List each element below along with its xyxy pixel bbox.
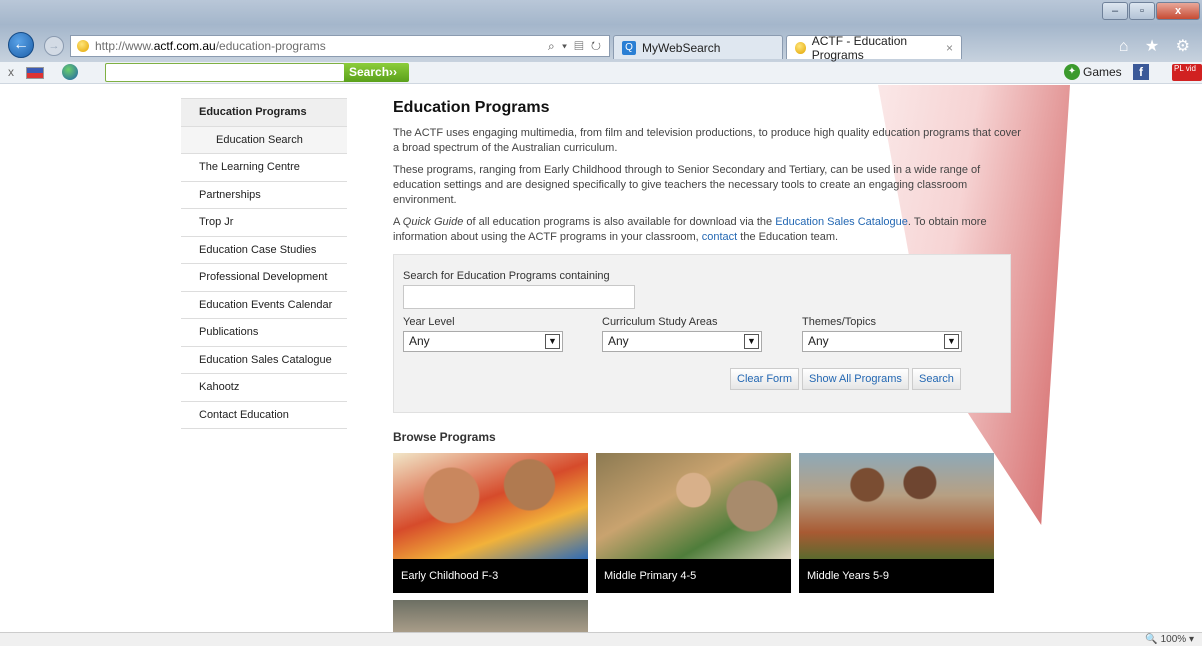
text: of all education programs is also availa… [463,216,776,228]
year-level-value: Any [409,334,430,348]
browser-titlebar: – ▫ x ← → http://www.actf.com.au/educati… [0,0,1202,62]
tab-label: ACTF - Education Programs [811,33,908,62]
search-label: Search for Education Programs containing [403,270,610,282]
games-icon: ✦ [1064,64,1080,80]
year-level-select[interactable]: Any ▼ [403,331,563,352]
url-prefix: http://www. [95,39,154,53]
search-icon: Q [622,40,636,55]
maximize-button[interactable]: ▫ [1129,2,1155,20]
year-level-label: Year Level [403,316,455,328]
curriculum-select[interactable]: Any ▼ [602,331,762,352]
navigation-row: ← → http://www.actf.com.au/education-pro… [0,32,1202,62]
sidebar-item-publications[interactable]: Publications [181,319,347,347]
flag-icon[interactable] [26,67,44,79]
forward-button[interactable]: → [44,36,64,56]
sales-catalogue-link[interactable]: Education Sales Catalogue [775,216,908,228]
tab-mywebsearch[interactable]: Q MyWebSearch [613,35,783,59]
main-content: Education Programs The ACTF uses engagin… [393,99,1023,252]
intro-paragraph: The ACTF uses engaging multimedia, from … [393,127,1021,154]
web-page: Education Programs Education Search The … [0,85,1202,632]
sidebar-item-contact-education[interactable]: Contact Education [181,401,347,429]
close-window-button[interactable]: x [1156,2,1200,20]
middle-primary-image [596,453,791,559]
url-domain: actf.com.au [153,39,216,53]
sidebar-item-education-programs[interactable]: Education Programs [181,99,347,127]
programs-paragraph: These programs, ranging from Early Child… [393,164,981,206]
facebook-icon[interactable]: f [1133,64,1149,80]
globe-icon[interactable] [62,64,78,80]
youtube-icon[interactable]: PL vid [1172,64,1202,81]
tile-caption: Middle Primary 4-5 [596,559,791,593]
early-childhood-image [393,453,588,559]
program-search-input[interactable] [403,285,635,309]
program-tile-early-childhood[interactable]: Early Childhood F-3 [393,453,588,593]
tab-close-icon[interactable]: × [946,41,953,55]
games-label: Games [1083,65,1122,79]
program-tile-partial[interactable] [393,600,588,632]
quick-guide-text: Quick Guide [402,216,464,228]
address-url[interactable]: http://www.actf.com.au/education-program… [95,39,548,53]
chevron-down-icon: ▼ [744,334,759,349]
sidebar-item-education-search[interactable]: Education Search [181,126,347,154]
tab-label: MyWebSearch [642,40,721,55]
sidebar-item-trop-jr[interactable]: Trop Jr [181,209,347,237]
browse-programs-heading: Browse Programs [393,430,496,444]
program-tile-middle-primary[interactable]: Middle Primary 4-5 [596,453,791,593]
chevron-down-icon: ▼ [545,334,560,349]
url-path: /education-programs [215,39,326,53]
clear-form-button[interactable]: Clear Form [730,368,800,390]
sidebar-item-sales-catalogue[interactable]: Education Sales Catalogue [181,346,347,374]
tile-caption: Early Childhood F-3 [393,559,588,593]
back-arrow-icon: ← [13,36,29,53]
middle-years-image [799,453,994,559]
sidebar-item-events-calendar[interactable]: Education Events Calendar [181,291,347,319]
back-button[interactable]: ← [8,32,34,58]
toolbar-search-input[interactable] [105,63,345,82]
status-bar: 🔍 100% ▾ [0,632,1202,646]
curriculum-label: Curriculum Study Areas [602,316,718,328]
favicon-icon [795,41,806,54]
window-buttons: – ▫ x [1101,2,1200,20]
program-search-form: Search for Education Programs containing… [393,254,1011,413]
show-all-programs-button[interactable]: Show All Programs [802,368,909,390]
zoom-level[interactable]: 🔍 100% ▾ [1145,633,1194,646]
sidebar-item-professional-development[interactable]: Professional Development [181,264,347,292]
search-button[interactable]: Search [912,368,961,390]
themes-select[interactable]: Any ▼ [802,331,962,352]
contact-link[interactable]: contact [702,231,737,243]
curriculum-value: Any [608,334,629,348]
sidebar-item-partnerships[interactable]: Partnerships [181,181,347,209]
tab-actf-education[interactable]: ACTF - Education Programs × [786,33,962,62]
home-favorites-settings-icons[interactable]: ⌂ ★ ⚙ [1119,36,1196,56]
text: A [393,216,403,228]
sidebar-item-case-studies[interactable]: Education Case Studies [181,236,347,264]
sidebar-item-kahootz[interactable]: Kahootz [181,374,347,402]
tile-caption: Middle Years 5-9 [799,559,994,593]
forward-arrow-icon: → [48,40,60,52]
site-favicon-icon [77,40,89,52]
minimize-button[interactable]: – [1102,2,1128,20]
quick-guide-paragraph: A Quick Guide of all education programs … [393,215,1023,245]
sidebar-nav: Education Programs Education Search The … [181,98,347,429]
address-bar-icons[interactable]: ⌕ ▾ ▤ ↻ [548,39,609,54]
chevron-down-icon: ▼ [944,334,959,349]
toolbar-search-button[interactable]: Search›› [344,63,409,82]
address-bar[interactable]: http://www.actf.com.au/education-program… [70,35,610,57]
games-button[interactable]: ✦ Games [1064,64,1122,80]
toolbar-close-icon[interactable]: x [8,65,14,79]
text: the Education team. [737,231,839,243]
program-tile-middle-years[interactable]: Middle Years 5-9 [799,453,994,593]
page-title: Education Programs [393,99,550,116]
search-toolbar: x Search›› ✦ Games f PL vid [0,62,1202,84]
sidebar-item-learning-centre[interactable]: The Learning Centre [181,154,347,182]
themes-value: Any [808,334,829,348]
themes-label: Themes/Topics [802,316,876,328]
